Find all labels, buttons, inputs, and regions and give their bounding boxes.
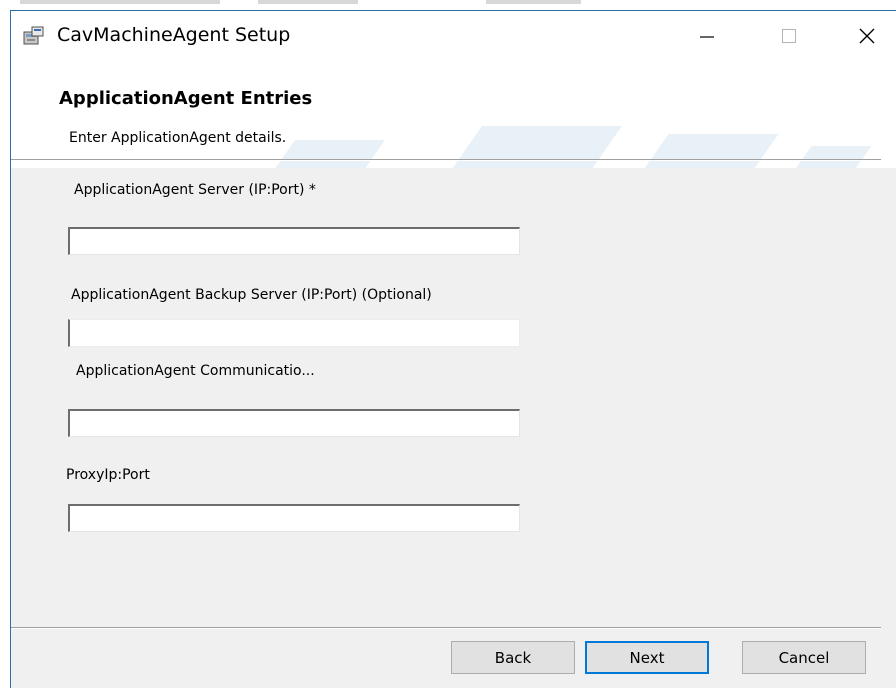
maximize-icon (782, 28, 796, 43)
proxy-label: ProxyIp:Port (66, 467, 150, 483)
header-divider (11, 159, 881, 161)
server-label: ApplicationAgent Server (IP:Port) * (74, 182, 316, 198)
title-bar[interactable]: CavMachineAgent Setup (11, 11, 896, 60)
server-input[interactable] (68, 227, 520, 255)
communication-input[interactable] (68, 409, 520, 437)
back-button[interactable]: Back (451, 641, 575, 674)
header-banner: ApplicationAgent Entries Enter Applicati… (11, 60, 896, 168)
proxy-input[interactable] (68, 504, 520, 532)
close-button[interactable] (839, 11, 895, 60)
footer-divider (11, 627, 881, 629)
setup-dialog: CavMachineAgent Setup ApplicationAgent E… (10, 10, 896, 688)
backup-server-input[interactable] (68, 319, 520, 347)
minimize-icon (700, 35, 714, 38)
minimize-button[interactable] (679, 11, 735, 60)
close-icon (859, 28, 875, 43)
installer-package-icon (23, 26, 44, 45)
page-title: ApplicationAgent Entries (59, 88, 313, 109)
next-button[interactable]: Next (585, 641, 709, 674)
backup-server-label: ApplicationAgent Backup Server (IP:Port)… (71, 287, 432, 303)
communication-label: ApplicationAgent Communicatio... (76, 363, 315, 379)
cancel-button[interactable]: Cancel (742, 641, 866, 674)
maximize-button[interactable] (761, 11, 817, 60)
window-title: CavMachineAgent Setup (57, 24, 291, 46)
page-subtitle: Enter ApplicationAgent details. (69, 130, 287, 146)
